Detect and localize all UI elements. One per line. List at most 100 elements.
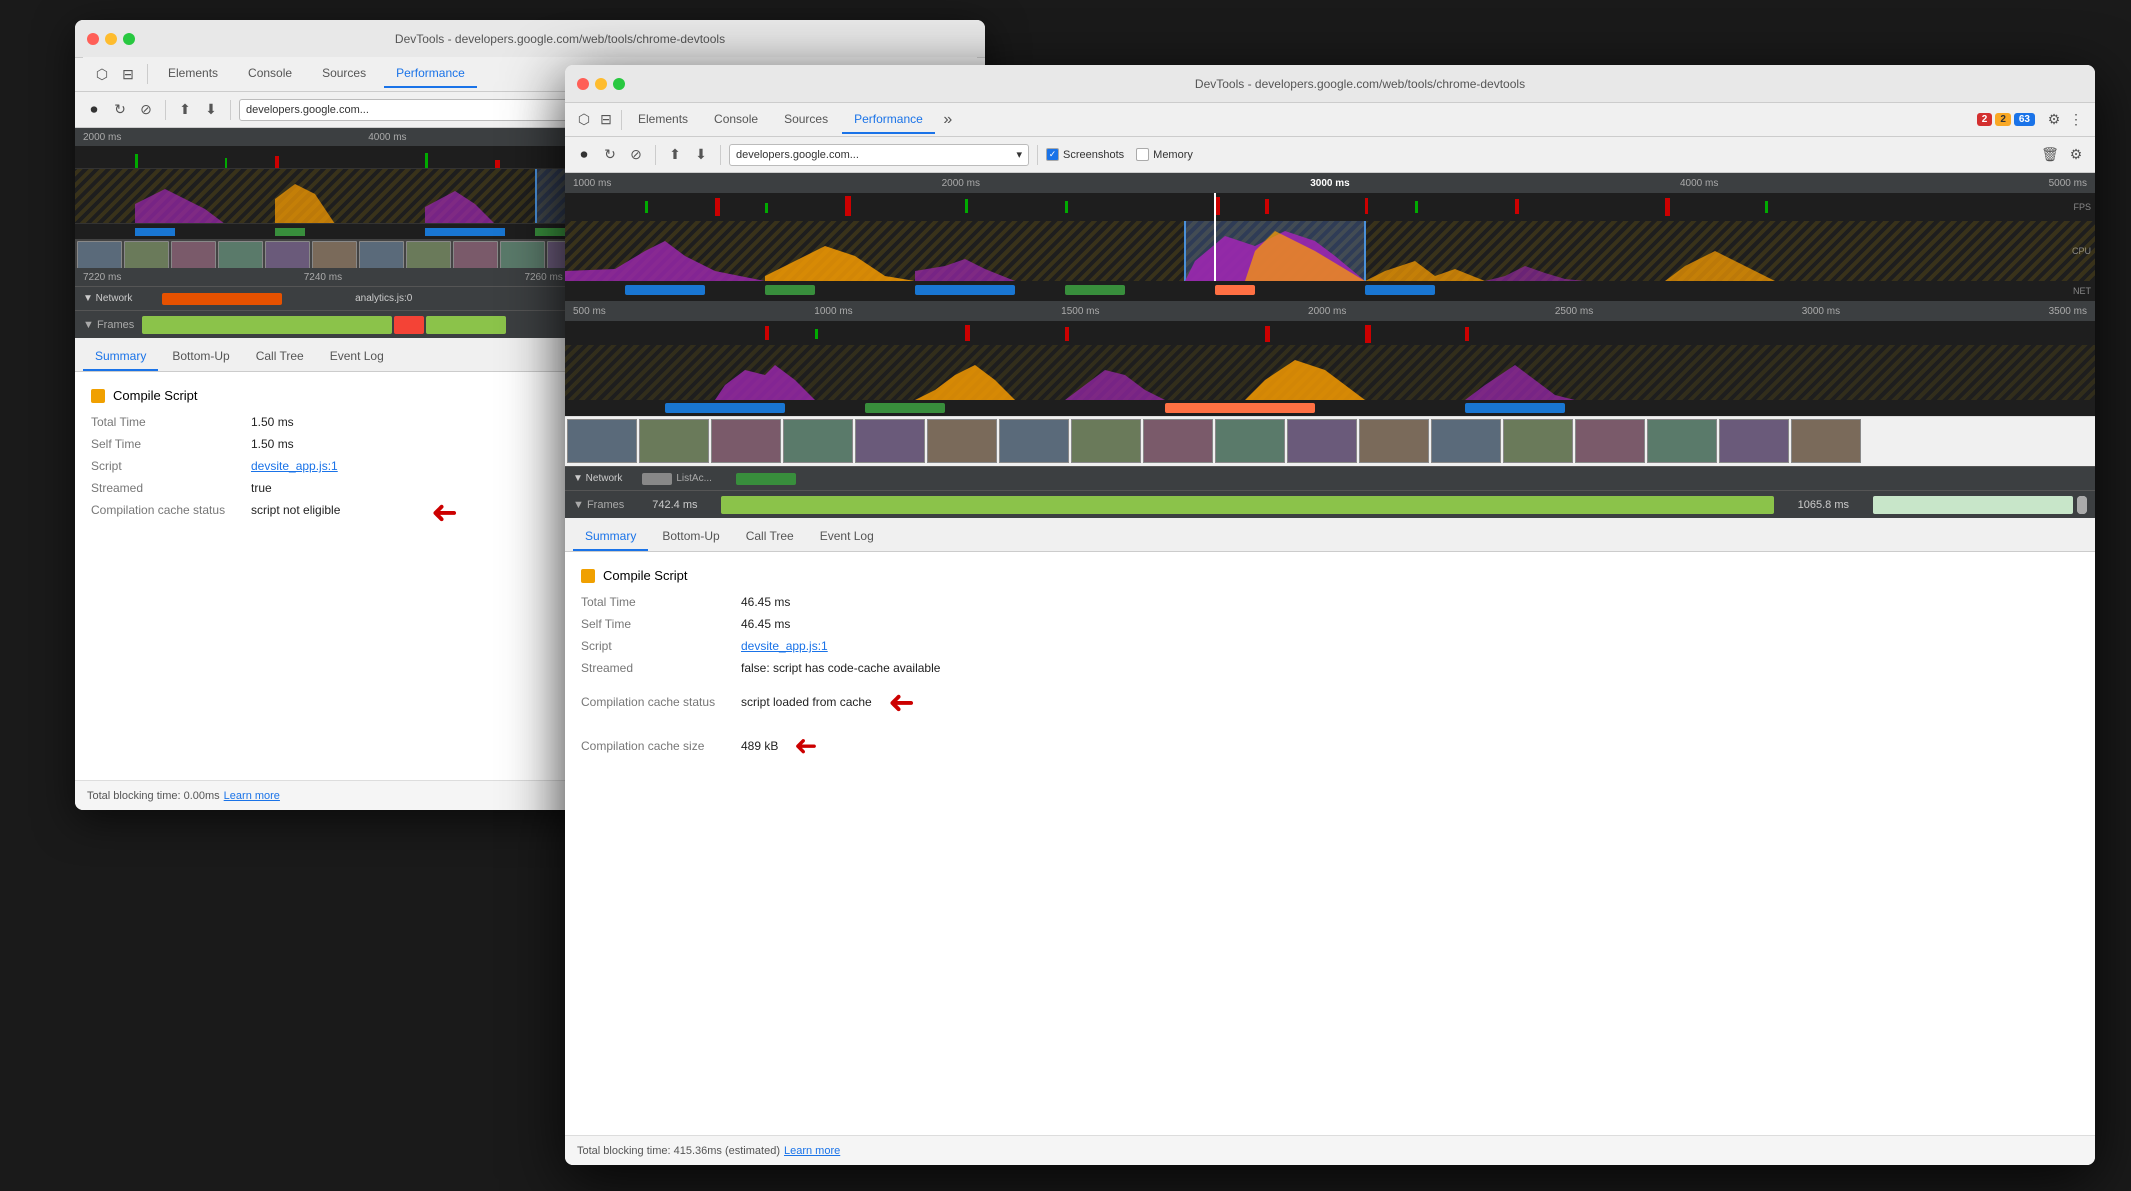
- address-arrow-2[interactable]: ▾: [1016, 148, 1022, 161]
- tab-summary-1[interactable]: Summary: [83, 343, 158, 371]
- close-button-2[interactable]: [577, 78, 589, 90]
- dock-btn-1[interactable]: ⊟: [117, 63, 139, 85]
- zm-5: 2500 ms: [1555, 306, 1593, 317]
- screenshot-8: [406, 241, 451, 268]
- close-button-1[interactable]: [87, 33, 99, 45]
- tab-bottomup-2[interactable]: Bottom-Up: [650, 523, 731, 551]
- refresh-btn-1[interactable]: ↻: [109, 99, 131, 121]
- network-row-2: ▼ Network ListAc...: [565, 466, 2095, 490]
- th-3: [711, 419, 781, 463]
- address-text-1: developers.google.com...: [246, 104, 369, 116]
- traffic-lights-1: [87, 33, 135, 45]
- screenshot-2: [124, 241, 169, 268]
- overview-timeline-2[interactable]: 1000 ms 2000 ms 3000 ms 4000 ms 5000 ms …: [565, 173, 2095, 301]
- cache-status-row-2: Compilation cache status script loaded f…: [581, 683, 2079, 721]
- script-label-1: Script: [91, 459, 251, 473]
- tab-console-1[interactable]: Console: [236, 60, 304, 88]
- more-tabs-btn-2[interactable]: »: [937, 109, 959, 131]
- zm-6: 3000 ms: [1802, 306, 1840, 317]
- summary-panel-2: Compile Script Total Time 46.45 ms Self …: [565, 552, 2095, 1135]
- tab-calltree-1[interactable]: Call Tree: [244, 343, 316, 371]
- screenshots-checkbox[interactable]: ✓: [1046, 148, 1059, 161]
- address-bar-2[interactable]: developers.google.com... ▾: [729, 144, 1029, 166]
- self-time-row-2: Self Time 46.45 ms: [581, 617, 2079, 631]
- cursor-tool-btn-1[interactable]: ⬡: [91, 63, 113, 85]
- address-text-2: developers.google.com...: [736, 149, 859, 161]
- red-arrow-size-2: ➜: [794, 729, 817, 762]
- tab-eventlog-1[interactable]: Event Log: [318, 343, 396, 371]
- tab-performance-2[interactable]: Performance: [842, 106, 935, 134]
- zm-2: 1000 ms: [814, 306, 852, 317]
- th-5: [855, 419, 925, 463]
- sep-3: [230, 100, 231, 120]
- download-btn-1[interactable]: ⬇: [200, 99, 222, 121]
- refresh-btn-2[interactable]: ↻: [599, 144, 621, 166]
- tab-sources-2[interactable]: Sources: [772, 106, 840, 134]
- tab-sources-1[interactable]: Sources: [310, 60, 378, 88]
- learn-more-link-1[interactable]: Learn more: [224, 790, 280, 802]
- ov-mark-2: 2000 ms: [942, 178, 980, 189]
- sep-2: [165, 100, 166, 120]
- clear-btn-1[interactable]: ⊘: [135, 99, 157, 121]
- cursor-tool-btn-2[interactable]: ⬡: [573, 109, 595, 131]
- status-bar-2: Total blocking time: 415.36ms (estimated…: [565, 1135, 2095, 1165]
- trash-btn-2[interactable]: 🗑: [2039, 144, 2061, 166]
- dock-btn-2[interactable]: ⊟: [595, 109, 617, 131]
- tab-console-2[interactable]: Console: [702, 106, 770, 134]
- tab-bottomup-1[interactable]: Bottom-Up: [160, 343, 241, 371]
- screenshots-checkbox-wrap[interactable]: ✓ Screenshots: [1046, 148, 1124, 161]
- th-17: [1719, 419, 1789, 463]
- streamed-row-2: Streamed false: script has code-cache av…: [581, 661, 2079, 675]
- maximize-button-2[interactable]: [613, 78, 625, 90]
- clear-btn-2[interactable]: ⊘: [625, 144, 647, 166]
- tab-calltree-2[interactable]: Call Tree: [734, 523, 806, 551]
- maximize-button-1[interactable]: [123, 33, 135, 45]
- more-btn-2[interactable]: ⋮: [2065, 109, 2087, 131]
- zoom-net-b3: [1165, 403, 1315, 413]
- tab-summary-2[interactable]: Summary: [573, 523, 648, 551]
- fps-bar-2: FPS: [565, 193, 2095, 221]
- upload-btn-2[interactable]: ⬆: [664, 144, 686, 166]
- tab-performance-1[interactable]: Performance: [384, 60, 477, 88]
- zoom-fps-chart-2: [565, 321, 2065, 345]
- net-label-2: NET: [2073, 286, 2091, 296]
- settings-btn-2[interactable]: ⚙: [2043, 109, 2065, 131]
- zm-3: 1500 ms: [1061, 306, 1099, 317]
- download-btn-2[interactable]: ⬇: [690, 144, 712, 166]
- th-12: [1359, 419, 1429, 463]
- record-btn-2[interactable]: ⏺: [573, 144, 595, 166]
- network-label-2: ▼ Network: [573, 473, 622, 484]
- learn-more-link-2[interactable]: Learn more: [784, 1145, 840, 1157]
- sep-4: [621, 110, 622, 130]
- ov-mark-3: 3000 ms: [1310, 178, 1349, 189]
- screenshot-1: [77, 241, 122, 268]
- script-link-1[interactable]: devsite_app.js:1: [251, 459, 338, 473]
- net-bar-2: [275, 228, 305, 236]
- ruler-mark-2: 4000 ms: [368, 132, 406, 143]
- minimize-button-2[interactable]: [595, 78, 607, 90]
- tab-elements-1[interactable]: Elements: [156, 60, 230, 88]
- th-6: [927, 419, 997, 463]
- scrollbar-v-2[interactable]: [2077, 496, 2087, 514]
- frame-block-3: [426, 316, 506, 334]
- minimize-button-1[interactable]: [105, 33, 117, 45]
- scrollbar-thumb-2[interactable]: [2077, 496, 2087, 514]
- tab-elements-2[interactable]: Elements: [626, 106, 700, 134]
- net-bar-2: NET: [565, 281, 2095, 301]
- memory-label: Memory: [1153, 149, 1193, 161]
- streamed-value-1: true: [251, 481, 272, 495]
- settings-gear-btn-2[interactable]: ⚙: [2065, 144, 2087, 166]
- th-4: [783, 419, 853, 463]
- memory-checkbox-wrap[interactable]: Memory: [1136, 148, 1193, 161]
- th-15: [1575, 419, 1645, 463]
- script-link-2[interactable]: devsite_app.js:1: [741, 639, 828, 653]
- memory-checkbox[interactable]: [1136, 148, 1149, 161]
- tab-eventlog-2[interactable]: Event Log: [808, 523, 886, 551]
- upload-btn-1[interactable]: ⬆: [174, 99, 196, 121]
- sep-6: [720, 145, 721, 165]
- compile-icon-2: [581, 569, 595, 583]
- frames-time-2b: 1065.8 ms: [1798, 499, 1849, 511]
- record-btn-1[interactable]: ⏺: [83, 99, 105, 121]
- compile-script-title-2: Compile Script: [603, 568, 688, 583]
- frames-label-2: ▼ Frames: [573, 499, 624, 511]
